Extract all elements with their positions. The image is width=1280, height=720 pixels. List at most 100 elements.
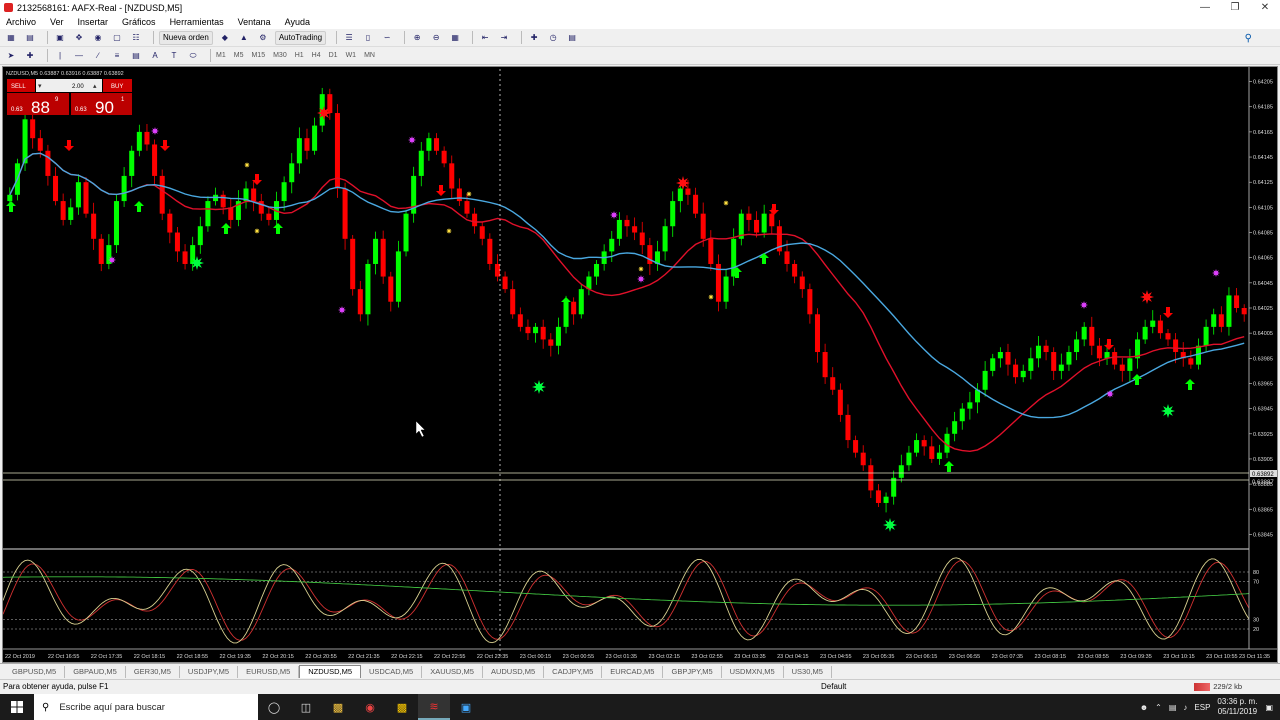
fibonacci-icon[interactable]: ▤ [129, 49, 143, 63]
timeframe-mn[interactable]: MN [364, 52, 375, 59]
profile-name[interactable]: Default [821, 682, 846, 691]
new-chart-icon[interactable]: ▦ [4, 31, 18, 45]
candle-body [1150, 320, 1156, 327]
tab-usdmxn[interactable]: USDMXN,M5 [722, 666, 784, 678]
bar-chart-icon[interactable]: ☰ [342, 31, 356, 45]
input-language[interactable]: ESP [1194, 703, 1210, 712]
chart-shift-icon[interactable]: ⇤ [478, 31, 492, 45]
lot-plus-icon[interactable]: ▴ [93, 83, 97, 90]
lot-minus-icon[interactable]: ▾ [38, 83, 42, 90]
people-icon[interactable]: ☻ [1140, 703, 1148, 712]
menu-herramientas[interactable]: Herramientas [170, 17, 224, 27]
tab-usdjpy[interactable]: USDJPY,M5 [180, 666, 239, 678]
connection-status[interactable]: 229/2 kb [1194, 682, 1242, 691]
chart-window[interactable]: 0.64205 0.64185 0.64165 0.64145 0.64125 0.641… [2, 66, 1278, 663]
terminal-icon[interactable]: ▢ [110, 31, 124, 45]
tab-gbpusd[interactable]: GBPUSD,M5 [4, 666, 66, 678]
sticky-app-icon[interactable]: ▩ [386, 694, 418, 720]
horizontal-line-icon[interactable]: — [72, 49, 86, 63]
cortana-icon[interactable]: ◯ [258, 694, 290, 720]
data-window-icon[interactable]: ✥ [72, 31, 86, 45]
periods-icon[interactable]: ◷ [546, 31, 560, 45]
signals-icon[interactable]: ▲ [237, 31, 251, 45]
tab-audusd[interactable]: AUDUSD,M5 [483, 666, 545, 678]
candle-body [182, 251, 188, 264]
tab-gbpjpy[interactable]: GBPJPY,M5 [663, 666, 722, 678]
menu-ver[interactable]: Ver [50, 17, 64, 27]
shapes-icon[interactable]: ⬭ [186, 49, 200, 63]
task-view-icon[interactable]: ◫ [290, 694, 322, 720]
candle-body [60, 201, 66, 220]
timeframe-m5[interactable]: M5 [234, 52, 244, 59]
navigator-icon[interactable]: ◉ [91, 31, 105, 45]
menu-ventana[interactable]: Ventana [238, 17, 271, 27]
tab-ger30[interactable]: GER30,M5 [126, 666, 180, 678]
tab-nzdusd[interactable]: NZDUSD,M5 [299, 665, 362, 678]
tab-xauusd[interactable]: XAUUSD,M5 [422, 666, 483, 678]
timeframe-h1[interactable]: H1 [295, 52, 304, 59]
candle-body [1028, 358, 1034, 371]
new-order-button[interactable]: Nueva orden [159, 30, 213, 45]
tab-us30[interactable]: US30,M5 [784, 666, 832, 678]
tab-eurcad[interactable]: EURCAD,M5 [602, 666, 664, 678]
timeframe-w1[interactable]: W1 [346, 52, 357, 59]
candle-body [1142, 326, 1148, 340]
trendline-icon[interactable]: ∕ [91, 49, 105, 63]
menu-insertar[interactable]: Insertar [78, 17, 109, 27]
search-icon[interactable]: ⚲ [1245, 33, 1252, 44]
close-button[interactable]: ✕ [1250, 0, 1280, 15]
candle-body [822, 352, 828, 378]
tab-gbpaud[interactable]: GBPAUD,M5 [65, 666, 126, 678]
time-tick: 23 Oct 06:55 [949, 654, 981, 660]
candle-body [1119, 364, 1125, 371]
menu-archivo[interactable]: Archivo [6, 17, 36, 27]
tab-usdcad[interactable]: USDCAD,M5 [361, 666, 423, 678]
price-chart[interactable]: 0.64205 0.64185 0.64165 0.64145 0.64125 0.641… [2, 67, 1277, 662]
zoom-in-icon[interactable]: ⊕ [410, 31, 424, 45]
cursor-icon[interactable]: ➤ [4, 49, 18, 63]
chrome-icon[interactable]: ◉ [354, 694, 386, 720]
candlestick-icon[interactable]: ▯ [361, 31, 375, 45]
timeframe-m15[interactable]: M15 [251, 52, 265, 59]
timeframe-h4[interactable]: H4 [312, 52, 321, 59]
tray-chevron-icon[interactable]: ⌃ [1155, 703, 1162, 712]
time-tick: 23 Oct 06:15 [906, 654, 938, 660]
timeframe-d1[interactable]: D1 [329, 52, 338, 59]
zoom-app-icon[interactable]: ▣ [450, 694, 482, 720]
autoscroll-icon[interactable]: ⇥ [497, 31, 511, 45]
time-tick: 23 Oct 10:15 [1163, 654, 1195, 660]
volume-icon[interactable]: ♪ [1183, 703, 1187, 712]
text-icon[interactable]: A [148, 49, 162, 63]
minimize-button[interactable]: — [1190, 0, 1220, 15]
clock[interactable]: 03:36 p. m. 05/11/2019 [1217, 697, 1257, 717]
notifications-icon[interactable]: ▣ [1265, 703, 1273, 712]
metaeditor-icon[interactable]: ◆ [218, 31, 232, 45]
line-chart-icon[interactable]: ∽ [380, 31, 394, 45]
timeframe-m1[interactable]: M1 [216, 52, 226, 59]
channel-icon[interactable]: ≡ [110, 49, 124, 63]
tile-windows-icon[interactable]: ▦ [448, 31, 462, 45]
file-explorer-icon[interactable]: ▩ [322, 694, 354, 720]
market-watch-icon[interactable]: ▣ [53, 31, 67, 45]
templates-icon[interactable]: ▤ [565, 31, 579, 45]
vertical-line-icon[interactable]: | [53, 49, 67, 63]
metatrader-taskbar-icon[interactable]: ≋ [418, 694, 450, 720]
tab-cadjpy[interactable]: CADJPY,M5 [544, 666, 603, 678]
taskbar-search[interactable]: ⚲ Escribe aquí para buscar [34, 694, 258, 720]
profiles-icon[interactable]: ▤ [23, 31, 37, 45]
menu-graficos[interactable]: Gráficos [122, 17, 156, 27]
maximize-button[interactable]: ❐ [1220, 0, 1250, 15]
text-label-icon[interactable]: T [167, 49, 181, 63]
timeframe-m30[interactable]: M30 [273, 52, 287, 59]
menu-ayuda[interactable]: Ayuda [285, 17, 310, 27]
network-icon[interactable]: ▤ [1169, 703, 1177, 712]
indicators-icon[interactable]: ✚ [527, 31, 541, 45]
crosshair-icon[interactable]: ✚ [23, 49, 37, 63]
time-tick: 22 Oct 21:35 [348, 654, 380, 660]
autotrading-button[interactable]: AutoTrading [274, 30, 327, 45]
zoom-out-icon[interactable]: ⊖ [429, 31, 443, 45]
options-icon[interactable]: ⚙ [256, 31, 270, 45]
tester-icon[interactable]: ☷ [129, 31, 143, 45]
start-button[interactable] [0, 694, 34, 720]
tab-eurusd[interactable]: EURUSD,M5 [238, 666, 300, 678]
